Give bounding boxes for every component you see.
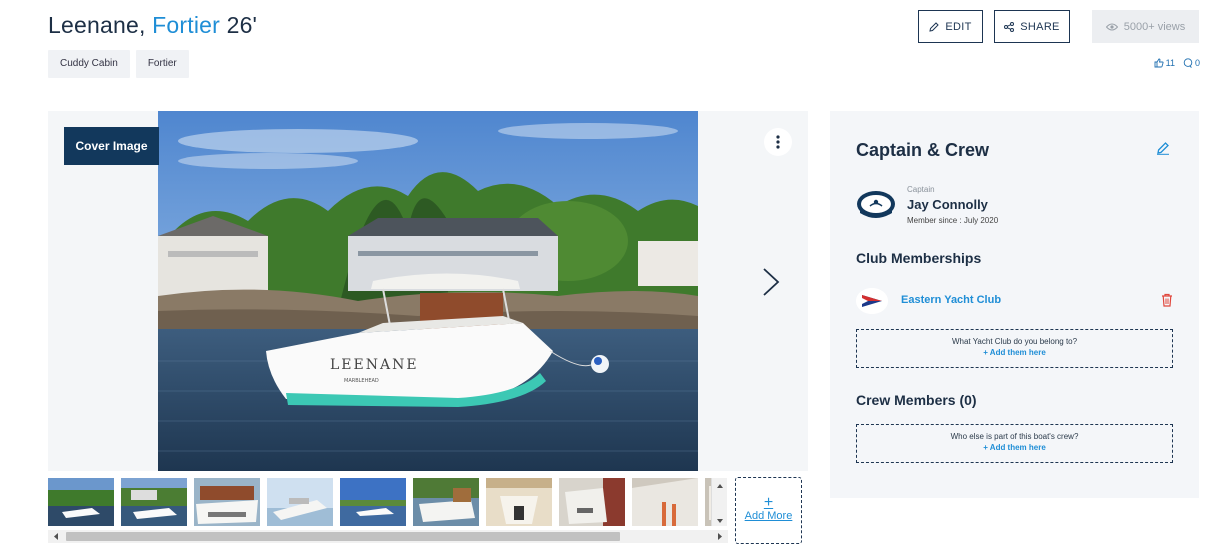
eye-icon [1105, 23, 1118, 30]
member-since: Member since : July 2020 [907, 216, 999, 225]
main-boat-photo[interactable]: LEENANE MARBLEHEAD [158, 111, 698, 471]
comments-count: 0 [1194, 58, 1200, 68]
comment-counter[interactable]: 0 [1183, 58, 1200, 68]
plus-icon: + [763, 494, 774, 511]
edit-button[interactable]: EDIT [918, 10, 983, 43]
tag-list: Cuddy Cabin Fortier [48, 50, 189, 78]
thumbnail[interactable] [413, 478, 479, 526]
scroll-down-icon[interactable] [712, 516, 728, 526]
hull-port-text: MARBLEHEAD [344, 378, 379, 384]
club-membership-row: Eastern Yacht Club [856, 286, 1174, 316]
thumbnail[interactable] [267, 478, 333, 526]
captain-crew-panel: Captain & Crew Captain Jay Connolly Memb… [830, 111, 1199, 498]
crew-prompt: Who else is part of this boat's crew? [950, 432, 1079, 441]
scrollbar-thumb[interactable] [66, 532, 620, 541]
add-club-box[interactable]: What Yacht Club do you belong to? + Add … [856, 329, 1173, 368]
thumbnail[interactable] [559, 478, 625, 526]
boat-photo-image: LEENANE MARBLEHEAD [158, 111, 698, 471]
thumbnail-strip [48, 478, 728, 528]
club-name-link[interactable]: Eastern Yacht Club [901, 294, 1001, 306]
pencil-icon[interactable] [1156, 141, 1170, 155]
kebab-menu-icon [776, 135, 780, 149]
trash-icon[interactable] [1161, 293, 1173, 307]
thumbnail[interactable] [48, 478, 114, 526]
thumbs-up-icon [1154, 58, 1164, 68]
add-more-photos-button[interactable]: + Add More [735, 477, 802, 544]
share-label: SHARE [1020, 20, 1060, 33]
add-crew-link[interactable]: + Add them here [857, 443, 1172, 452]
scroll-up-icon[interactable] [712, 481, 728, 491]
pencil-icon [929, 21, 940, 32]
share-icon [1004, 21, 1015, 32]
thumbnail-horizontal-scrollbar[interactable] [48, 530, 728, 543]
chevron-right-icon[interactable] [760, 266, 782, 298]
thumbnail[interactable] [194, 478, 260, 526]
crew-panel-title: Captain & Crew [856, 140, 990, 160]
thumbnail[interactable] [486, 478, 552, 526]
edit-label: EDIT [945, 20, 972, 33]
add-club-link[interactable]: + Add them here [857, 348, 1172, 357]
boat-length: 26' [226, 12, 258, 38]
engagement-counts: 11 0 [1154, 58, 1200, 68]
hull-name-text: LEENANE [330, 357, 419, 373]
thumbnail[interactable] [121, 478, 187, 526]
views-label: 5000+ views [1123, 20, 1186, 33]
photo-gallery: Cover Image LEENANE MARBLEHEAD [48, 111, 808, 471]
thumbnail-vertical-scrollbar[interactable] [711, 478, 727, 526]
more-options-button[interactable] [764, 128, 792, 156]
add-crew-box[interactable]: Who else is part of this boat's crew? + … [856, 424, 1173, 463]
comment-icon [1183, 58, 1193, 68]
scroll-right-icon[interactable] [714, 530, 726, 543]
add-more-label: Add More [744, 510, 793, 522]
share-button[interactable]: SHARE [994, 10, 1070, 43]
thumbnail[interactable] [632, 478, 698, 526]
crew-members-title: Crew Members (0) [856, 392, 977, 408]
cover-image-badge: Cover Image [64, 127, 159, 165]
page-title: Leenane, Fortier 26' [48, 12, 257, 39]
scroll-left-icon[interactable] [50, 530, 62, 543]
captain-name[interactable]: Jay Connolly [907, 197, 988, 212]
captain-hat-avatar [857, 191, 895, 218]
tag-fortier[interactable]: Fortier [135, 50, 189, 78]
boat-name: Leenane, [48, 12, 146, 38]
likes-count: 11 [1165, 58, 1175, 68]
club-prompt: What Yacht Club do you belong to? [951, 337, 1078, 346]
tag-cuddy-cabin[interactable]: Cuddy Cabin [48, 50, 130, 78]
like-counter[interactable]: 11 [1154, 58, 1175, 68]
boat-make-link[interactable]: Fortier [152, 12, 220, 38]
thumbnail[interactable] [340, 478, 406, 526]
views-badge: 5000+ views [1092, 10, 1199, 43]
captain-role-label: Captain [907, 185, 935, 194]
yacht-club-burgee-icon [856, 288, 888, 314]
club-memberships-title: Club Memberships [856, 250, 982, 266]
